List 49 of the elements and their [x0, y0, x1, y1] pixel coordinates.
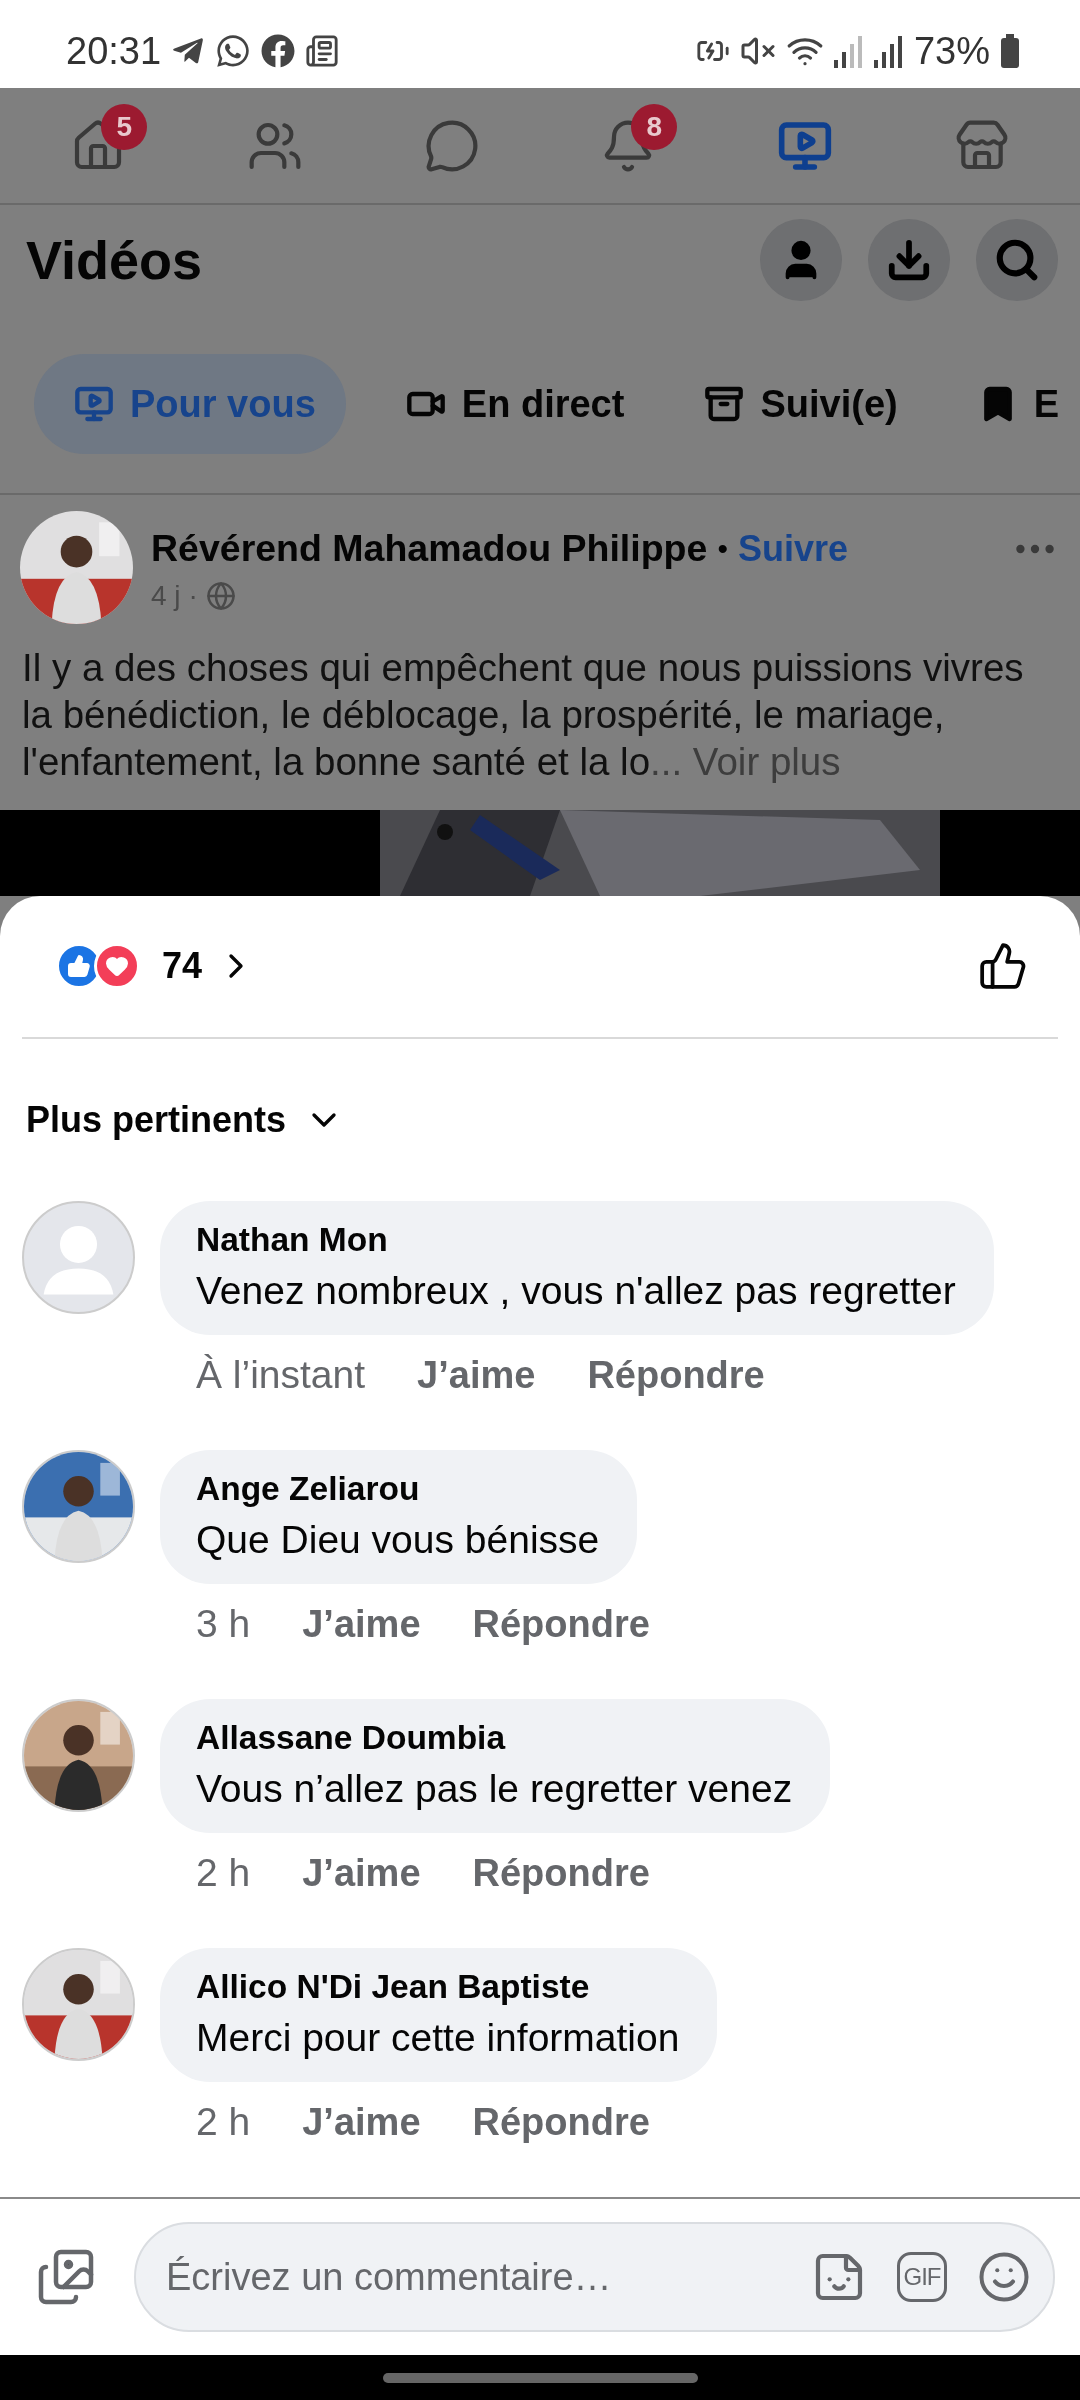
globe-icon — [205, 580, 236, 611]
video-tab[interactable]: E — [977, 354, 1060, 454]
post-text: Il y a des choses qui empêchent que nous puissions vivres la bénédiction, le déblocage, la prospérité, le mariage, l'enfantement, la bonne santé et la lo... Voir plus — [22, 645, 1025, 785]
comment-time: 2 h — [196, 2100, 251, 2145]
comment-text: Merci pour cette information — [196, 2016, 680, 2061]
notification-badge: 8 — [631, 103, 678, 150]
reaction-count[interactable]: 74 — [162, 945, 203, 988]
video-tab[interactable]: En direct — [405, 354, 625, 454]
signal-icon — [833, 34, 864, 68]
box-icon — [704, 384, 745, 424]
sort-dropdown[interactable]: Plus pertinents — [26, 1099, 287, 1142]
like-button[interactable]: J’aime — [302, 1602, 421, 1646]
like-button[interactable]: J’aime — [417, 1353, 536, 1397]
reply-button[interactable]: Répondre — [472, 2100, 650, 2144]
video-icon — [74, 384, 114, 424]
video-tab[interactable]: Suivi(e) — [704, 354, 898, 454]
search-icon — [994, 237, 1040, 283]
reply-button[interactable]: Répondre — [587, 1353, 765, 1397]
signal-icon — [873, 34, 904, 68]
comment-author: Allico N'Di Jean Baptiste — [196, 1968, 591, 2007]
comment-author: Allassane Doumbia — [196, 1719, 507, 1758]
home-handle[interactable] — [382, 2372, 698, 2383]
battery-icon — [1000, 34, 1020, 68]
separator-dot: • — [717, 531, 728, 566]
comment-text: Que Dieu vous bénisse — [196, 1518, 600, 1563]
gif-button[interactable]: GIF — [897, 2252, 947, 2303]
page-title: Vidéos — [26, 229, 204, 291]
like-button[interactable]: J’aime — [302, 2100, 421, 2144]
like-icon[interactable] — [978, 941, 1028, 992]
like-button[interactable]: J’aime — [302, 1851, 421, 1895]
news-icon — [305, 34, 340, 68]
comment-author: Ange Zeliarou — [196, 1470, 421, 1509]
comment-time: 2 h — [196, 1851, 251, 1896]
comment-field[interactable]: Écrivez un commentaire… GIF — [134, 2222, 1055, 2333]
comment-text: Venez nombreux , vous n'allez pas regretter — [196, 1269, 956, 1314]
notification-badge: 5 — [101, 103, 148, 150]
comment-time: À l’instant — [196, 1353, 366, 1398]
download-icon — [886, 237, 932, 283]
reply-button[interactable]: Répondre — [472, 1602, 650, 1646]
clock: 20:31 — [66, 29, 162, 73]
battery-percent: 73% — [913, 29, 990, 73]
reply-button[interactable]: Répondre — [472, 1851, 650, 1895]
separator-dot: · — [188, 579, 198, 612]
facebook-icon — [261, 34, 296, 68]
comment-text: Vous n’allez pas le regretter venez — [196, 1767, 793, 1812]
comment-time: 3 h — [196, 1602, 251, 1647]
post-author: Révérend Mahamadou Philippe — [151, 527, 708, 570]
comment-author: Nathan Mon — [196, 1221, 389, 1260]
whatsapp-icon — [215, 33, 252, 69]
